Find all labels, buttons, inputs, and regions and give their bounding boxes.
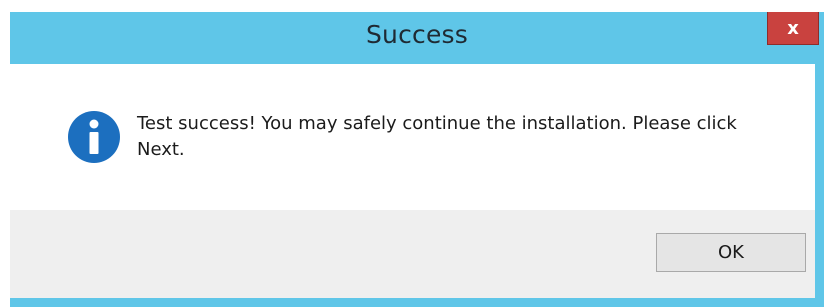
success-dialog: Success x Test success! You may safely c… bbox=[10, 12, 824, 307]
info-icon bbox=[68, 111, 120, 163]
dialog-title: Success bbox=[365, 20, 469, 49]
title-bar[interactable]: Success x bbox=[10, 12, 824, 64]
ok-button[interactable]: OK bbox=[656, 233, 806, 272]
close-button[interactable]: x bbox=[767, 12, 819, 45]
message-text: Test success! You may safely continue th… bbox=[137, 113, 737, 160]
close-icon: x bbox=[787, 17, 799, 39]
button-bar: OK bbox=[10, 210, 815, 298]
message-area: Test success! You may safely continue th… bbox=[10, 64, 815, 210]
